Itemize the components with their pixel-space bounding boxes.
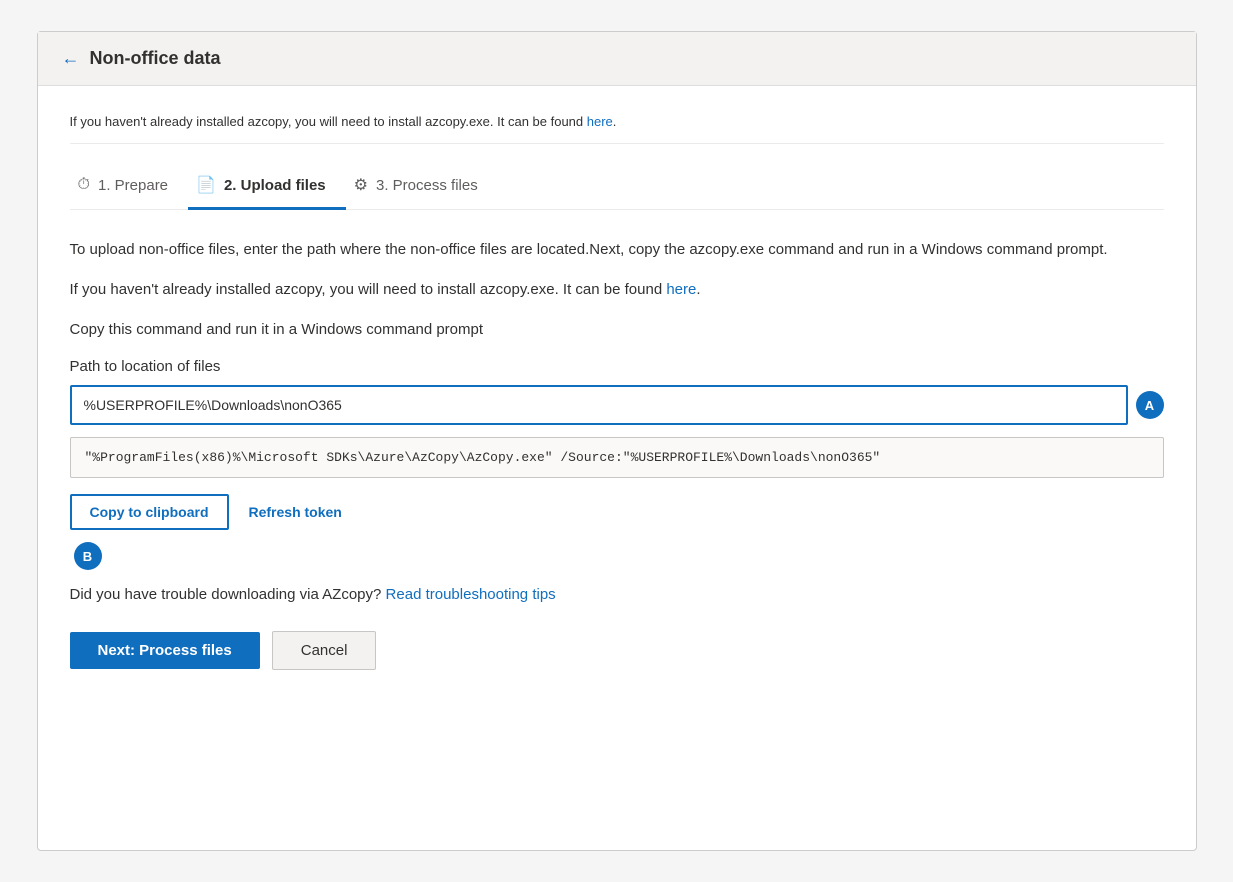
desc2-link[interactable]: here <box>666 281 696 298</box>
trouble-pre: Did you have trouble downloading via AZc… <box>70 586 386 603</box>
upload-icon: 📄 <box>196 175 216 195</box>
action-row: Copy to clipboard Refresh token <box>70 494 1164 530</box>
cancel-button[interactable]: Cancel <box>272 631 377 670</box>
tab-prepare[interactable]: ⏱ 1. Prepare <box>70 166 189 209</box>
next-button[interactable]: Next: Process files <box>70 632 260 669</box>
badge-a: A <box>1136 391 1164 419</box>
path-label: Path to location of files <box>70 358 1164 375</box>
footer-row: Next: Process files Cancel <box>70 631 1164 670</box>
troubleshooting-link[interactable]: Read troubleshooting tips <box>386 586 556 603</box>
tab-upload-label: 2. Upload files <box>224 177 326 194</box>
path-input-row: A <box>70 385 1164 425</box>
tab-process[interactable]: ⚙ 3. Process files <box>346 165 498 210</box>
tab-upload[interactable]: 📄 2. Upload files <box>188 165 346 210</box>
info-bar-link[interactable]: here <box>587 114 613 129</box>
description2: If you haven't already installed azcopy,… <box>70 278 1164 302</box>
refresh-token-button[interactable]: Refresh token <box>249 504 342 520</box>
prepare-icon: ⏱ <box>78 176 90 194</box>
copy-to-clipboard-button[interactable]: Copy to clipboard <box>70 494 229 530</box>
tab-process-label: 3. Process files <box>376 177 478 194</box>
dialog: ← Non-office data If you haven't already… <box>37 31 1197 851</box>
process-icon: ⚙ <box>354 175 368 195</box>
command-box: "%ProgramFiles(x86)%\Microsoft SDKs\Azur… <box>70 437 1164 478</box>
tab-prepare-label: 1. Prepare <box>98 177 168 194</box>
badge-b: B <box>74 542 102 570</box>
dialog-header: ← Non-office data <box>38 32 1196 86</box>
back-button[interactable]: ← <box>62 48 80 69</box>
description1: To upload non-office files, enter the pa… <box>70 238 1164 262</box>
path-input[interactable] <box>70 385 1128 425</box>
description3: Copy this command and run it in a Window… <box>70 318 1164 342</box>
info-bar: If you haven't already installed azcopy,… <box>70 106 1164 144</box>
trouble-row: Did you have trouble downloading via AZc… <box>70 586 1164 603</box>
dialog-body: If you haven't already installed azcopy,… <box>38 86 1196 850</box>
info-bar-text: If you haven't already installed azcopy,… <box>70 114 587 129</box>
dialog-title: Non-office data <box>90 48 221 69</box>
desc2-post: . <box>696 281 700 298</box>
badge-b-row: B <box>70 542 1164 570</box>
desc2-pre: If you haven't already installed azcopy,… <box>70 281 667 298</box>
tab-bar: ⏱ 1. Prepare 📄 2. Upload files ⚙ 3. Proc… <box>70 164 1164 210</box>
info-bar-text-end: . <box>613 114 617 129</box>
